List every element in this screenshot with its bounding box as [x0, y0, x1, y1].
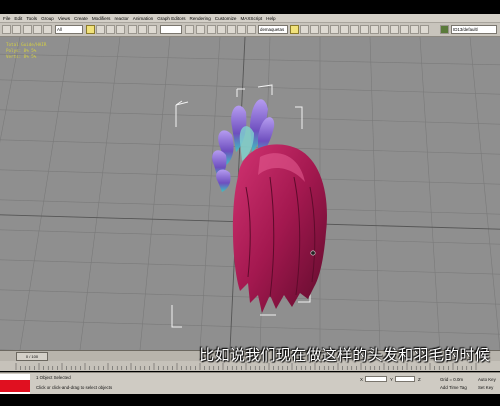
redo-icon[interactable] [12, 25, 21, 34]
edit-named-selection-icon[interactable] [247, 25, 256, 34]
menu-help[interactable]: Help [266, 16, 275, 21]
stats-polys-value: 8% 5% [23, 48, 37, 53]
y-coordinate-field[interactable] [395, 376, 415, 382]
snap-toggle-icon[interactable] [207, 25, 216, 34]
quick-render-icon[interactable] [360, 25, 369, 34]
pivot-center-icon[interactable] [185, 25, 194, 34]
reference-coord-dropdown[interactable] [160, 25, 182, 34]
menu-tools[interactable]: Tools [26, 16, 37, 21]
menu-rendering[interactable]: Rendering [190, 16, 211, 21]
undo-icon[interactable] [2, 25, 11, 34]
percent-snap-icon[interactable] [227, 25, 236, 34]
move-icon[interactable] [128, 25, 137, 34]
perspective-viewport[interactable]: Total Guide/HAIR Polys: 8% 5% Verts: 8% … [0, 37, 500, 350]
schematic-view-icon[interactable] [330, 25, 339, 34]
x-coordinate-field[interactable] [365, 376, 387, 382]
spinner-snap-icon[interactable] [237, 25, 246, 34]
x-label: X [360, 377, 363, 382]
select-object-icon[interactable] [86, 25, 95, 34]
menu-group[interactable]: Group [41, 16, 54, 21]
render-last-icon[interactable] [380, 25, 389, 34]
named-selection-set-dropdown[interactable]: demaquetas [258, 25, 288, 34]
menu-edit[interactable]: Edit [14, 16, 22, 21]
align-icon[interactable] [300, 25, 309, 34]
render-scene-icon[interactable] [350, 25, 359, 34]
grid-size-text: Grid = 0.0m [440, 377, 464, 382]
stats-total: Total Guide/HAIR [6, 42, 46, 47]
video-post-icon[interactable] [420, 25, 429, 34]
effects-icon[interactable] [410, 25, 419, 34]
menu-file[interactable]: File [3, 16, 10, 21]
z-label: Z [418, 377, 421, 382]
video-subtitle: 比如说我们现在做这样的头发和羽毛的时候 [199, 346, 490, 364]
add-time-tag-button[interactable]: Add Time Tag [440, 385, 467, 390]
window-crossing-icon[interactable] [116, 25, 125, 34]
stats-polys-label: Polys: [6, 48, 22, 53]
layer-manager-icon[interactable] [310, 25, 319, 34]
stats-verts-value: 8% 5% [23, 54, 37, 59]
selection-filter-dropdown[interactable]: All [55, 25, 83, 34]
menu-modifiers[interactable]: Modifiers [92, 16, 111, 21]
stats-verts: Verts: 8% 5% [6, 54, 36, 59]
y-label: Y [390, 377, 393, 382]
mirror-icon[interactable] [290, 25, 299, 34]
maxscript-listener-mini[interactable] [0, 374, 30, 394]
main-toolbar: All demaquetas ID13/defaultl [0, 23, 500, 37]
viewport-canvas [0, 37, 500, 350]
stats-polys: Polys: 8% 5% [6, 48, 36, 53]
rotate-icon[interactable] [138, 25, 147, 34]
stats-total-label: Total [6, 42, 19, 47]
select-link-icon[interactable] [23, 25, 32, 34]
menu-graph-editors[interactable]: Graph Editors [157, 16, 185, 21]
activeshade-icon[interactable] [390, 25, 399, 34]
environment-icon[interactable] [400, 25, 409, 34]
region-select-icon[interactable] [106, 25, 115, 34]
menu-views[interactable]: Views [58, 16, 70, 21]
render-type-icon[interactable] [370, 25, 379, 34]
set-key-button[interactable]: Set Key [478, 385, 493, 390]
listener-red-swatch [0, 380, 30, 392]
status-bar: 1 Object Selected Click or click-and-dra… [0, 372, 500, 394]
letterbox-bottom [0, 394, 500, 406]
hair-model [232, 144, 327, 313]
angle-snap-icon[interactable] [217, 25, 226, 34]
menu-reactor[interactable]: reactor [114, 16, 128, 21]
selection-count-text: 1 Object Selected [36, 375, 71, 380]
object-name-field[interactable]: ID13/defaultl [451, 25, 497, 34]
select-manipulate-icon[interactable] [196, 25, 205, 34]
stats-total-value: Guide/HAIR [21, 42, 47, 47]
menu-customize[interactable]: Customize [215, 16, 237, 21]
menu-create[interactable]: Create [74, 16, 88, 21]
scale-icon[interactable] [148, 25, 157, 34]
prompt-line-text: Click or click-and-drag to select object… [36, 385, 113, 390]
object-color-icon[interactable] [440, 25, 449, 34]
bind-space-warp-icon[interactable] [43, 25, 52, 34]
max-app-window: File Edit Tools Group Views Create Modif… [0, 14, 500, 394]
letterbox-top [0, 0, 500, 14]
menu-maxscript[interactable]: MAXScript [240, 16, 262, 21]
unlink-icon[interactable] [33, 25, 42, 34]
menu-animation[interactable]: Animation [133, 16, 153, 21]
material-editor-icon[interactable] [340, 25, 349, 34]
stats-verts-label: Verts: [6, 54, 22, 59]
select-by-name-icon[interactable] [96, 25, 105, 34]
auto-key-button[interactable]: Auto Key [478, 377, 496, 382]
curve-editor-icon[interactable] [320, 25, 329, 34]
menu-bar: File Edit Tools Group Views Create Modif… [0, 14, 500, 23]
